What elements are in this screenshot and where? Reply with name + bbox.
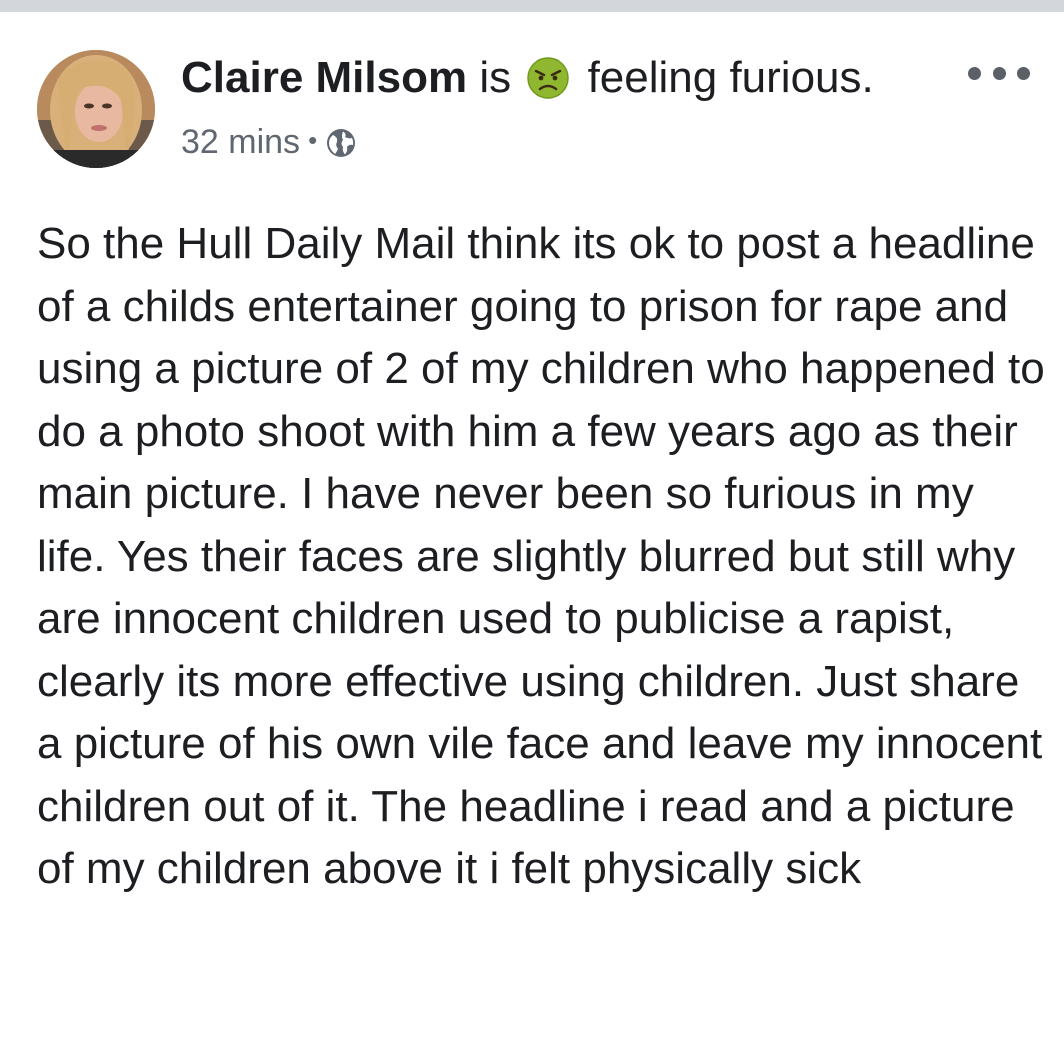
meta-separator: • (308, 125, 318, 155)
author-avatar[interactable] (37, 50, 155, 168)
post-message: So the Hull Daily Mail think its ok to p… (37, 219, 1045, 893)
post-timestamp-link[interactable]: 32 mins (181, 123, 300, 161)
status-prefix: is (479, 53, 512, 102)
avatar-image (37, 50, 155, 168)
more-dot-icon (992, 66, 1006, 80)
more-dot-icon (1017, 66, 1030, 80)
feeling-text: feeling furious. (587, 53, 874, 102)
top-divider (0, 0, 1064, 12)
post-meta: 32 mins • (181, 118, 357, 170)
author-name-link[interactable]: Claire Milsom (181, 53, 467, 102)
more-dot-icon (968, 66, 981, 80)
globe-icon[interactable] (325, 126, 357, 170)
more-options-button[interactable] (968, 58, 1030, 88)
angry-face-icon (527, 57, 570, 111)
post-header: Claire Milsom is feeling furious. (181, 52, 874, 111)
